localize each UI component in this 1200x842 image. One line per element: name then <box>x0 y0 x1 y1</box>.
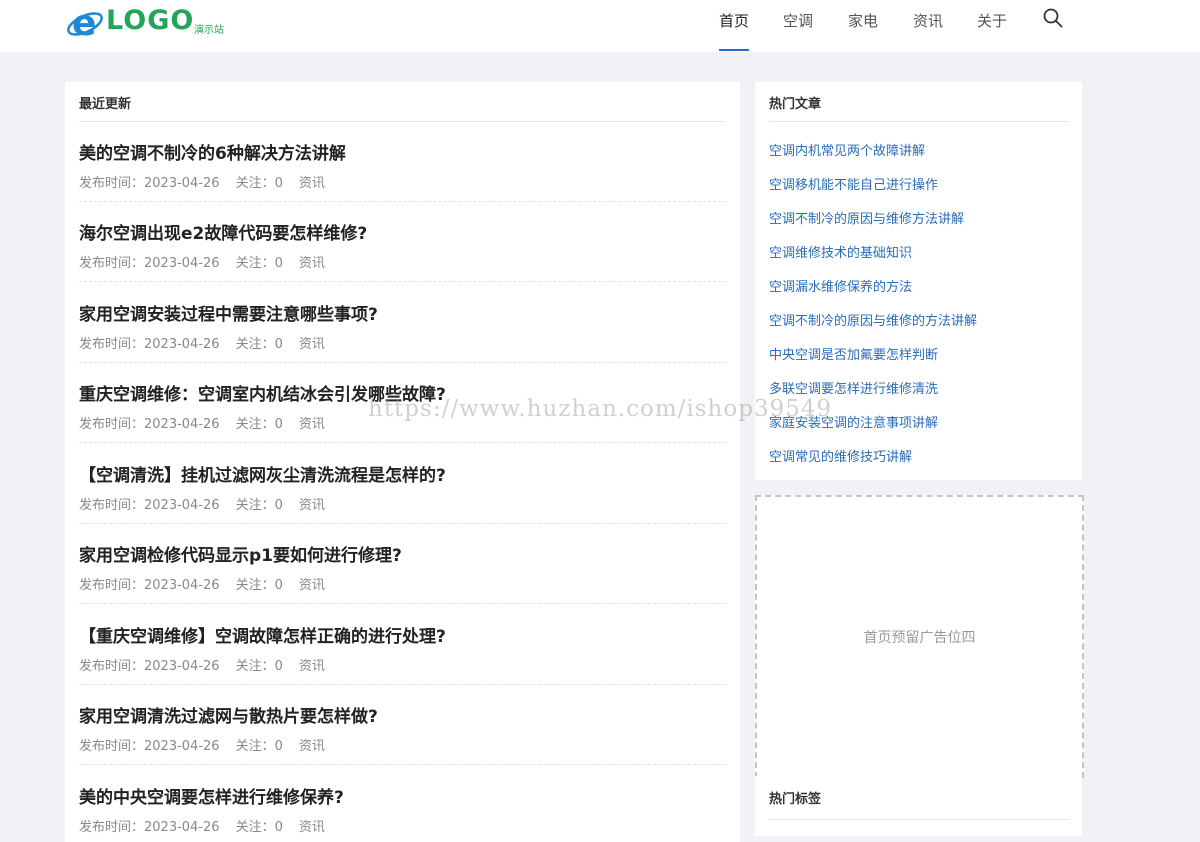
recent-updates-panel: 最近更新 美的空调不制冷的6种解决方法讲解 发布时间：2023-04-26 关注：… <box>65 82 740 842</box>
article-title[interactable]: 美的中央空调要怎样进行维修保养? <box>79 783 344 808</box>
nav-item-ac[interactable]: 空调 <box>766 0 830 52</box>
article-item: 重庆空调维修：空调室内机结冰会引发哪些故障? 发布时间：2023-04-26 关注… <box>79 323 726 443</box>
hot-article-link[interactable]: 空调不制冷的原因与维修的方法讲解 <box>769 310 977 344</box>
article-item: 海尔空调出现e2故障代码要怎样维修? 发布时间：2023-04-26 关注：0 资讯 <box>79 162 726 282</box>
hot-article-link[interactable]: 空调常见的维修技巧讲解 <box>769 446 977 480</box>
article-title[interactable]: 家用空调安装过程中需要注意哪些事项? <box>79 300 378 325</box>
hot-articles-title: 热门文章 <box>769 97 822 112</box>
watermark-text: https://www.huzhan.com/ishop39549 <box>368 396 833 422</box>
article-item: 家用空调安装过程中需要注意哪些事项? 发布时间：2023-04-26 关注：0 资讯 <box>79 243 726 363</box>
article-title[interactable]: 海尔空调出现e2故障代码要怎样维修? <box>79 219 367 244</box>
article-views: 关注：0 <box>235 820 283 835</box>
article-title[interactable]: 【空调清洗】挂机过滤网灰尘清洗流程是怎样的? <box>79 461 446 486</box>
hot-article-link[interactable]: 中央空调是否加氟要怎样判断 <box>769 344 977 378</box>
hot-articles-list: 空调内机常见两个故障讲解 空调移机能不能自己进行操作 空调不制冷的原因与维修方法… <box>769 140 977 480</box>
logo-text: LOGO <box>106 5 195 36</box>
article-title[interactable]: 家用空调清洗过滤网与散热片要怎样做? <box>79 702 378 727</box>
article-item: 【重庆空调维修】空调故障怎样正确的进行处理? 发布时间：2023-04-26 关注… <box>79 565 726 685</box>
nav-item-home[interactable]: 首页 <box>702 0 766 52</box>
ad-placeholder[interactable]: 首页预留广告位四 <box>755 495 1084 778</box>
article-meta: 发布时间：2023-04-26 关注：0 资讯 <box>79 816 341 835</box>
divider <box>769 819 1068 820</box>
logo-e-icon: e <box>67 3 103 42</box>
hot-article-link[interactable]: 空调移机能不能自己进行操作 <box>769 174 977 208</box>
article-item: 家用空调清洗过滤网与散热片要怎样做? 发布时间：2023-04-26 关注：0 资讯 <box>79 645 726 765</box>
nav-item-about[interactable]: 关于 <box>960 0 1024 52</box>
article-category[interactable]: 资讯 <box>299 820 325 835</box>
article-date: 发布时间：2023-04-26 <box>79 820 220 835</box>
article-item: 美的空调不制冷的6种解决方法讲解 发布时间：2023-04-26 关注：0 资讯 <box>79 82 726 202</box>
article-item: 美的中央空调要怎样进行维修保养? 发布时间：2023-04-26 关注：0 资讯 <box>79 726 726 835</box>
hot-article-link[interactable]: 空调不制冷的原因与维修方法讲解 <box>769 208 977 242</box>
svg-text:e: e <box>72 3 96 42</box>
divider <box>769 121 1068 122</box>
article-title[interactable]: 美的空调不制冷的6种解决方法讲解 <box>79 139 346 164</box>
hot-article-link[interactable]: 空调漏水维修保养的方法 <box>769 276 977 310</box>
hot-tags-panel: 热门标签 <box>755 776 1082 836</box>
hot-tags-title: 热门标签 <box>769 792 822 807</box>
hot-article-link[interactable]: 空调维修技术的基础知识 <box>769 242 977 276</box>
site-header: e LOGO 演示站 首页 空调 家电 资讯 关于 <box>0 0 1200 52</box>
search-icon[interactable] <box>1042 7 1064 29</box>
logo-subtitle: 演示站 <box>194 25 224 36</box>
article-item: 家用空调检修代码显示p1要如何进行修理? 发布时间：2023-04-26 关注：0… <box>79 484 726 604</box>
ad-placeholder-text: 首页预留广告位四 <box>863 630 976 646</box>
nav-item-news[interactable]: 资讯 <box>896 0 960 52</box>
nav-item-appliances[interactable]: 家电 <box>831 0 895 52</box>
article-title[interactable]: 家用空调检修代码显示p1要如何进行修理? <box>79 541 402 566</box>
article-title[interactable]: 【重庆空调维修】空调故障怎样正确的进行处理? <box>79 622 446 647</box>
hot-article-link[interactable]: 空调内机常见两个故障讲解 <box>769 140 977 174</box>
